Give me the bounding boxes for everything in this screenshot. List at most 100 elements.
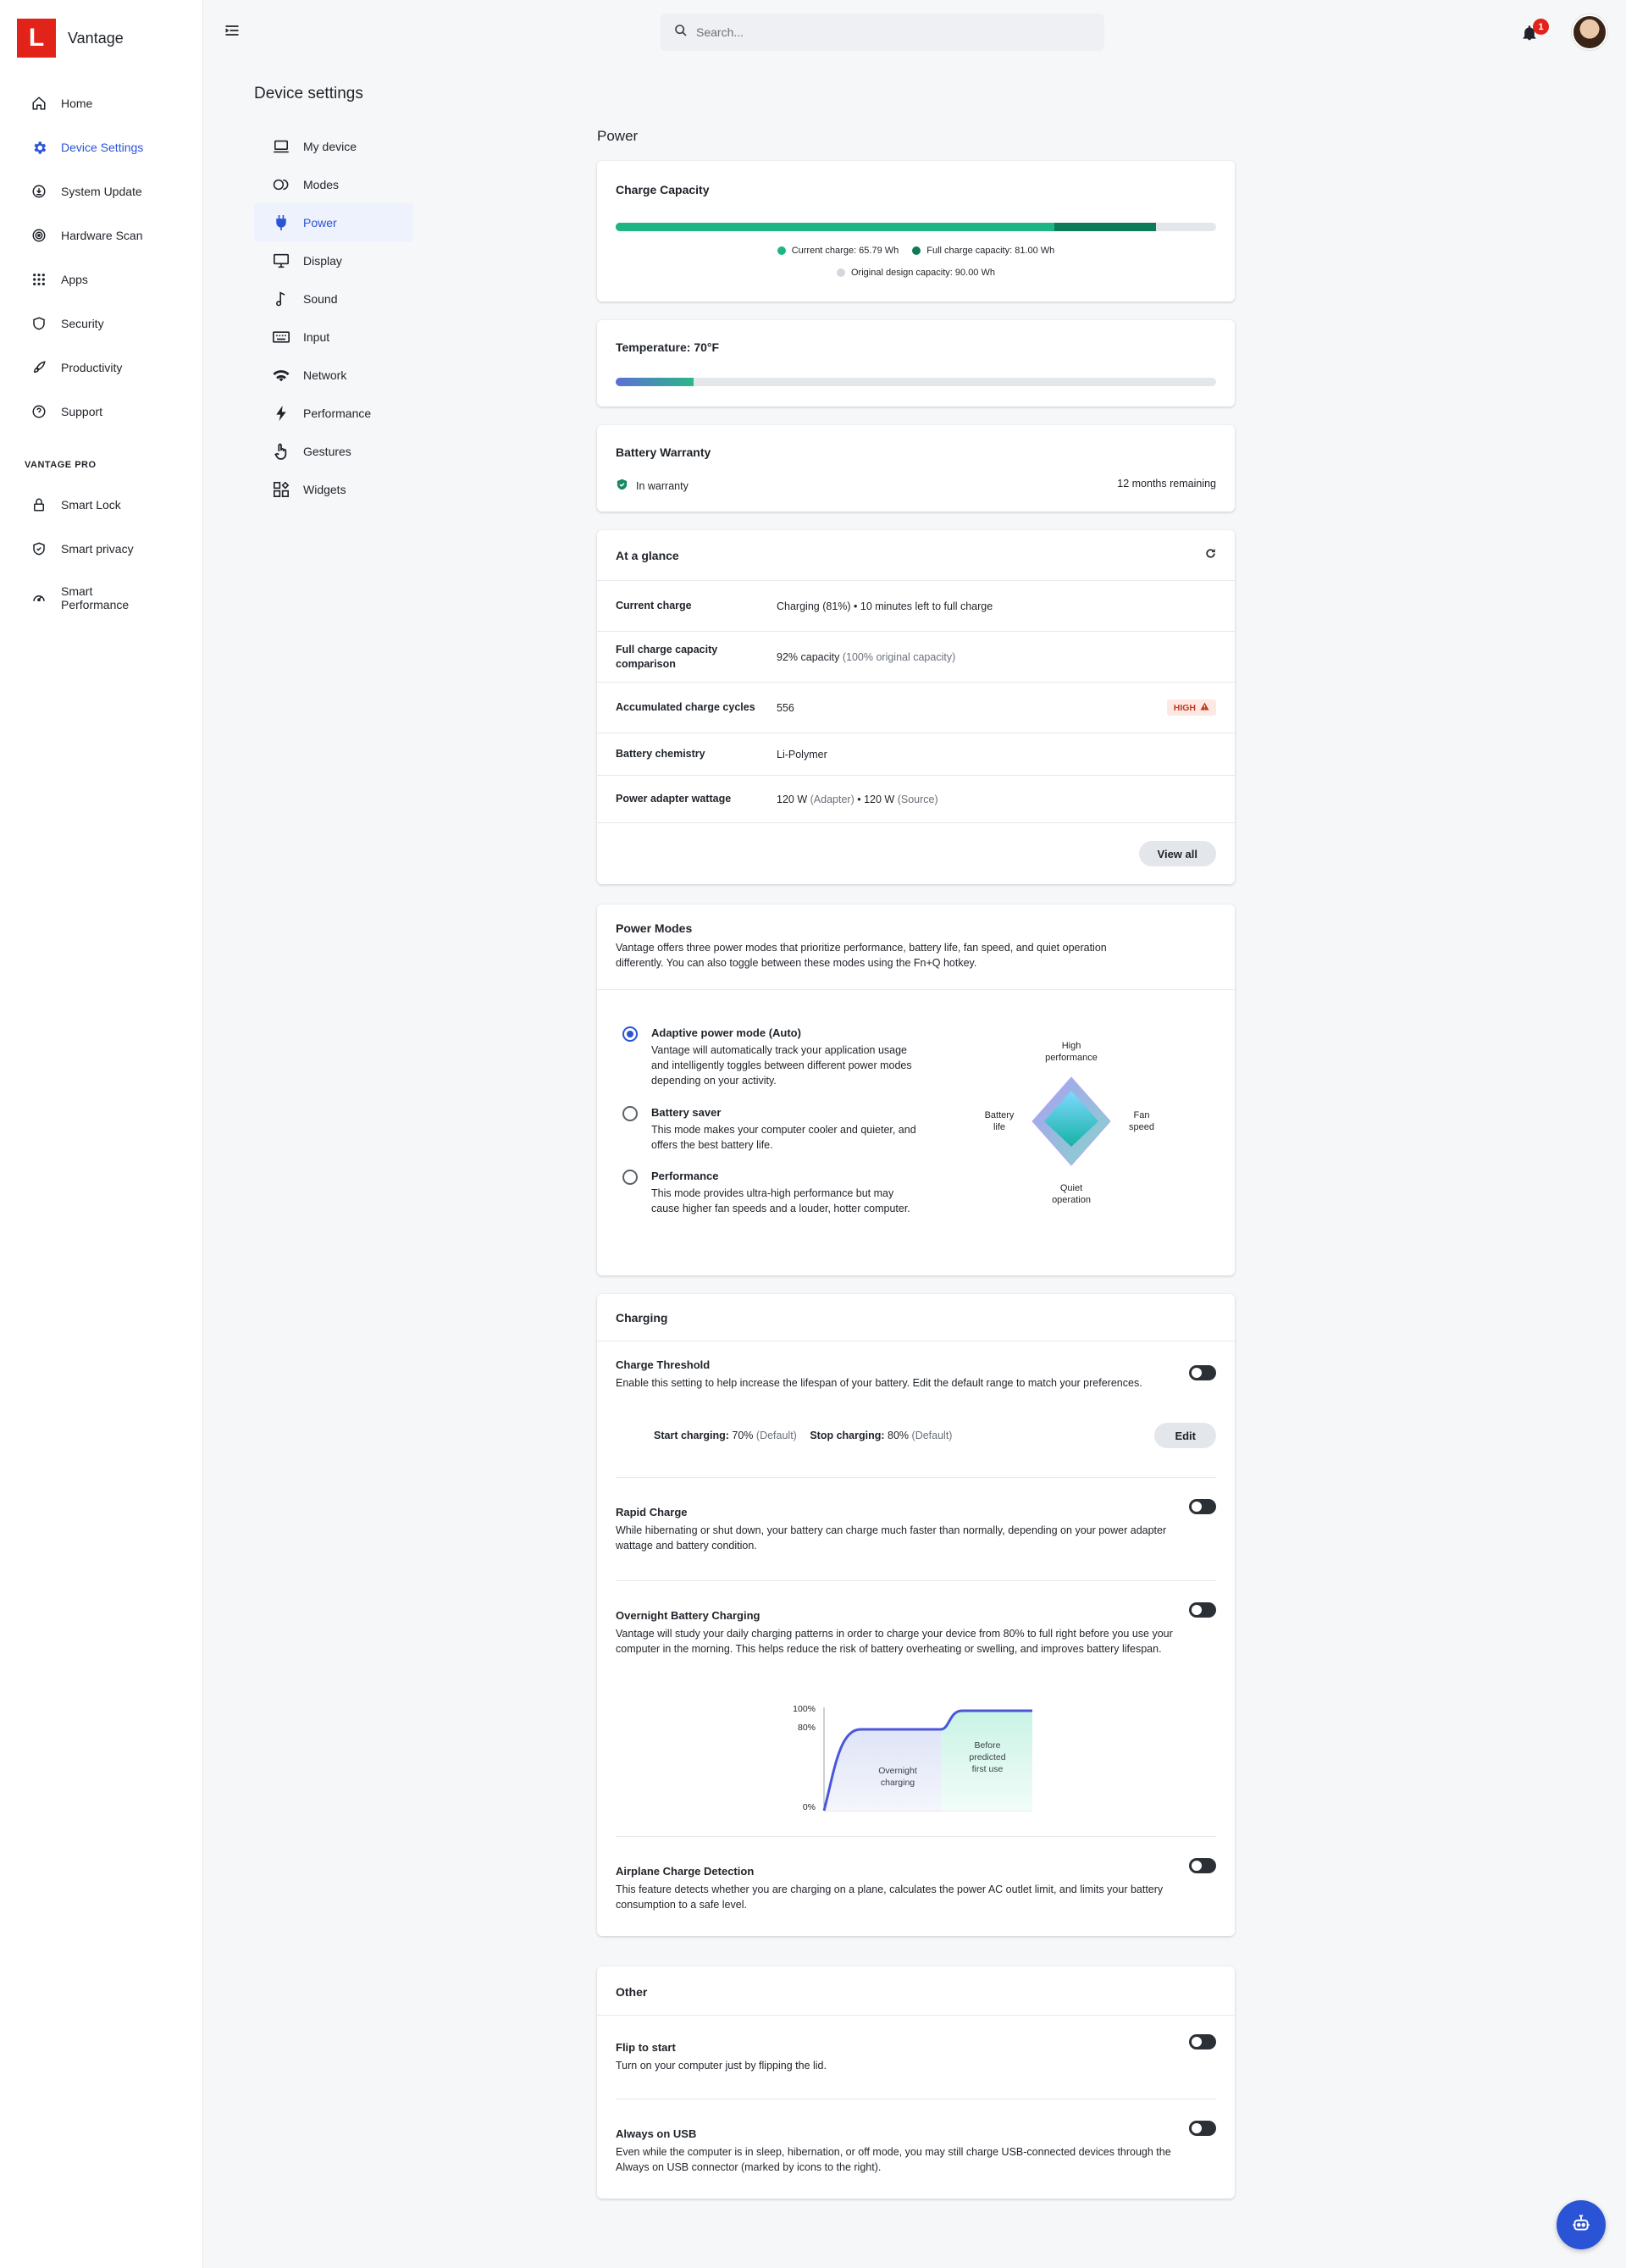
nav-item-smart-privacy[interactable]: Smart privacy: [0, 527, 203, 571]
mode-option-battery-saver[interactable]: Battery saver This mode makes your compu…: [622, 1106, 919, 1153]
glance-row-capacity-comparison: Full charge capacity comparison 92% capa…: [597, 631, 1235, 682]
subnav-item-performance[interactable]: Performance: [254, 394, 413, 432]
nav-item-security[interactable]: Security: [0, 301, 203, 346]
lock-icon: [30, 496, 47, 513]
start-charging-value: 70%: [732, 1430, 754, 1441]
subnav-item-modes[interactable]: Modes: [254, 165, 413, 203]
legend-full-charge: Full charge capacity: 81.00 Wh: [912, 246, 1054, 256]
setting-title: Rapid Charge: [616, 1506, 688, 1518]
edit-threshold-button[interactable]: Edit: [1154, 1423, 1216, 1448]
device-settings-title: Device settings: [254, 85, 363, 102]
pro-nav: Smart Lock Smart privacy Smart Performan…: [0, 483, 203, 625]
chart-label-line: charging: [880, 1778, 915, 1788]
glance-row-current-charge: Current charge Charging (81%) • 10 minut…: [597, 580, 1235, 631]
privacy-shield-icon: [30, 540, 47, 557]
nav-item-label: Smart Lock: [61, 498, 121, 512]
divider: [597, 2015, 1235, 2016]
subnav-item-display[interactable]: Display: [254, 241, 413, 279]
at-a-glance-card: At a glance Current charge Charging (81%…: [597, 530, 1235, 884]
subnav-item-sound[interactable]: Sound: [254, 279, 413, 318]
assistant-bot-icon: [1570, 2212, 1592, 2238]
nav-item-smart-lock[interactable]: Smart Lock: [0, 483, 203, 527]
assistant-button[interactable]: [1557, 2200, 1606, 2249]
subnav-item-gestures[interactable]: Gestures: [254, 432, 413, 470]
y-label-100: 100%: [793, 1704, 816, 1714]
charge-threshold-toggle[interactable]: [1189, 1365, 1216, 1380]
nav-item-hardware-scan[interactable]: Hardware Scan: [0, 213, 203, 257]
subnav-item-label: Power: [303, 215, 337, 230]
nav-item-smart-performance[interactable]: Smart Performance: [0, 571, 203, 625]
glance-value: 92% capacity (100% original capacity): [777, 651, 1216, 663]
nav-item-support[interactable]: Support: [0, 390, 203, 434]
brand[interactable]: L Vantage: [17, 19, 124, 58]
subnav-item-power[interactable]: Power: [254, 203, 413, 241]
power-section-title: Power: [597, 128, 639, 144]
airplane-charge-toggle[interactable]: [1189, 1858, 1216, 1873]
subnav-item-label: Display: [303, 253, 342, 268]
battery-saver-radio[interactable]: [622, 1106, 638, 1121]
radar-label-line: life: [993, 1122, 1006, 1132]
subnav-item-input[interactable]: Input: [254, 318, 413, 356]
always-on-usb-setting: Always on USB Even while the computer is…: [616, 2127, 1208, 2175]
collapse-menu-icon[interactable]: [224, 22, 241, 39]
chart-label-line: first use: [971, 1764, 1004, 1774]
subnav-item-my-device[interactable]: My device: [254, 127, 413, 165]
performance-radio[interactable]: [622, 1170, 638, 1185]
chart-label-line: predicted: [969, 1752, 1006, 1762]
radar-label-line: Quiet: [1059, 1183, 1083, 1193]
nav-item-label: Hardware Scan: [61, 229, 143, 242]
view-all-button[interactable]: View all: [1138, 841, 1216, 866]
user-avatar[interactable]: [1572, 14, 1607, 50]
legend-current-charge: Current charge: 65.79 Wh: [777, 246, 899, 256]
mode-option-performance[interactable]: Performance This mode provides ultra-hig…: [622, 1170, 919, 1216]
nav-item-device-settings[interactable]: Device Settings: [0, 125, 203, 169]
region-before-use-label: Before predicted first use: [951, 1740, 1024, 1775]
setting-title: Charge Threshold: [616, 1358, 711, 1371]
main-nav: Home Device Settings System Update Hardw…: [0, 81, 203, 434]
flip-to-start-toggle[interactable]: [1189, 2034, 1216, 2049]
refresh-icon[interactable]: [1205, 548, 1216, 563]
power-mode-radar-diagram: High performance Battery life Fan speed Qui…: [970, 1040, 1173, 1226]
nav-item-home[interactable]: Home: [0, 81, 203, 125]
overnight-charging-toggle[interactable]: [1189, 1602, 1216, 1618]
gesture-hand-icon: [273, 443, 290, 460]
power-modes-description: Vantage offers three power modes that pr…: [616, 942, 1107, 969]
capacity-percent: 92% capacity: [777, 650, 840, 663]
rapid-charge-toggle[interactable]: [1189, 1499, 1216, 1514]
subnav-item-network[interactable]: Network: [254, 356, 413, 394]
nav-item-label: Productivity: [61, 361, 123, 374]
glance-key: Current charge: [616, 600, 692, 611]
subnav-item-label: Modes: [303, 177, 340, 191]
glance-footer: View all: [597, 822, 1235, 884]
radar-label-line: performance: [1045, 1053, 1098, 1063]
setting-description: This feature detects whether you are cha…: [616, 1884, 1164, 1911]
current-charge-dot: [777, 246, 786, 255]
nav-item-apps[interactable]: Apps: [0, 257, 203, 301]
warning-triangle-icon: [1200, 702, 1209, 713]
y-label-0: 0%: [802, 1802, 816, 1812]
setting-title: Airplane Charge Detection: [616, 1865, 755, 1878]
subnav-item-label: Gestures: [303, 444, 351, 458]
search-input[interactable]: [696, 25, 1086, 39]
always-on-usb-toggle[interactable]: [1189, 2121, 1216, 2136]
nav-item-productivity[interactable]: Productivity: [0, 346, 203, 390]
charge-capacity-bar: [616, 223, 1216, 231]
source-note: (Source): [897, 793, 938, 805]
glance-value: 120 W (Adapter) • 120 W (Source): [777, 794, 1216, 805]
divider: [616, 1477, 1216, 1478]
rapid-charge-setting: Rapid Charge While hibernating or shut d…: [616, 1506, 1208, 1553]
glance-row-adapter-wattage: Power adapter wattage 120 W (Adapter) • …: [597, 775, 1235, 822]
adaptive-mode-radio[interactable]: [622, 1026, 638, 1042]
search-bar[interactable]: [661, 14, 1104, 51]
lenovo-logo-icon: L: [17, 19, 56, 58]
subnav-item-widgets[interactable]: Widgets: [254, 470, 413, 508]
legend-design-label: Original design capacity: 90.00 Wh: [851, 268, 995, 278]
legend-full-label: Full charge capacity: 81.00 Wh: [926, 246, 1055, 256]
nav-item-system-update[interactable]: System Update: [0, 169, 203, 213]
chart-label-line: Before: [974, 1740, 1001, 1751]
mode-name: Performance: [651, 1170, 719, 1182]
setting-description: Vantage will study your daily charging p…: [616, 1628, 1173, 1655]
temperature-bar: [616, 378, 1216, 386]
mode-option-adaptive[interactable]: Adaptive power mode (Auto) Vantage will …: [622, 1026, 919, 1088]
setting-description: Even while the computer is in sleep, hib…: [616, 2146, 1171, 2173]
